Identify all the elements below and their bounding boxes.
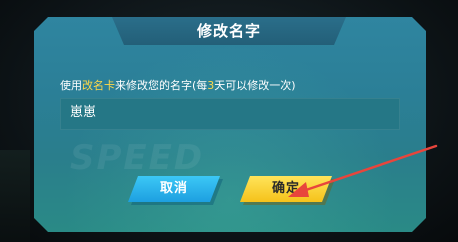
name-input-value: 崽崽: [70, 105, 97, 120]
dialog-title: 修改名字: [196, 22, 261, 40]
confirm-button[interactable]: 确定: [240, 176, 332, 202]
cancel-button[interactable]: 取消: [128, 176, 220, 202]
rename-card-item: 改名卡: [82, 79, 115, 92]
prompt-middle: 来修改您的名字(每: [115, 79, 208, 92]
rename-prompt: 使用改名卡来修改您的名字(每3天可以修改一次): [60, 78, 390, 94]
speed-watermark: SPEED: [70, 138, 205, 178]
prompt-after: 天可以修改一次): [214, 79, 296, 92]
background-decoration: [0, 150, 30, 242]
prompt-before: 使用: [60, 79, 82, 92]
